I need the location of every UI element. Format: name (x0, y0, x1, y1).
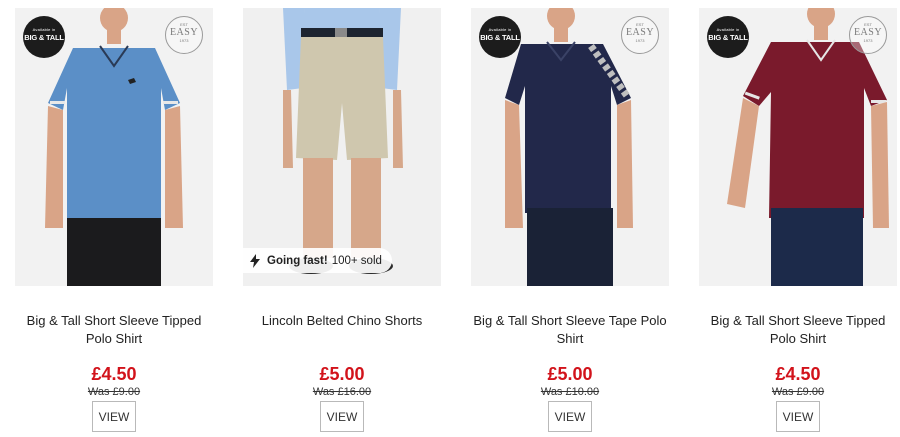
product-price: £4.50 (91, 364, 137, 384)
lightning-icon (250, 253, 260, 268)
easy-brand-logo: EST EASY 1973 (165, 16, 203, 54)
product-image[interactable]: Going fast! 100+ sold (243, 8, 441, 286)
big-and-tall-badge: Available in BIG & TALL (707, 16, 749, 58)
product-card[interactable]: Going fast! 100+ sold Lincoln Belted Chi… (243, 0, 441, 437)
easy-brand-logo: EST EASY 1973 (849, 16, 887, 54)
product-price: £4.50 (775, 364, 821, 384)
was-price: Was £9.00 (771, 386, 825, 398)
view-button[interactable]: VIEW (320, 401, 364, 432)
was-price: Was £10.00 (540, 386, 600, 398)
big-and-tall-badge: Available in BIG & TALL (479, 16, 521, 58)
product-card[interactable]: Available in BIG & TALL EST EASY 1973 Bi… (471, 0, 669, 437)
product-title[interactable]: Lincoln Belted Chino Shorts (243, 312, 441, 330)
product-title[interactable]: Big & Tall Short Sleeve Tape Polo Shirt (471, 312, 669, 348)
product-grid: Available in BIG & TALL EST EASY 1973 Bi… (0, 0, 900, 437)
going-fast-tag: Going fast! 100+ sold (243, 248, 392, 273)
product-card[interactable]: Available in BIG & TALL EST EASY 1973 Bi… (699, 0, 897, 437)
man-in-chino-shorts-image (243, 8, 441, 286)
product-price: £5.00 (319, 364, 365, 384)
product-image[interactable]: Available in BIG & TALL EST EASY 1973 (15, 8, 213, 286)
product-image[interactable]: Available in BIG & TALL EST EASY 1973 (699, 8, 897, 286)
big-and-tall-badge: Available in BIG & TALL (23, 16, 65, 58)
product-title[interactable]: Big & Tall Short Sleeve Tipped Polo Shir… (15, 312, 213, 348)
product-price: £5.00 (547, 364, 593, 384)
product-title[interactable]: Big & Tall Short Sleeve Tipped Polo Shir… (699, 312, 897, 348)
easy-brand-logo: EST EASY 1973 (621, 16, 659, 54)
view-button[interactable]: VIEW (92, 401, 136, 432)
product-card[interactable]: Available in BIG & TALL EST EASY 1973 Bi… (15, 0, 213, 437)
view-button[interactable]: VIEW (548, 401, 592, 432)
view-button[interactable]: VIEW (776, 401, 820, 432)
product-image[interactable]: Available in BIG & TALL EST EASY 1973 (471, 8, 669, 286)
was-price: Was £9.00 (87, 386, 141, 398)
was-price: Was £16.00 (312, 386, 372, 398)
